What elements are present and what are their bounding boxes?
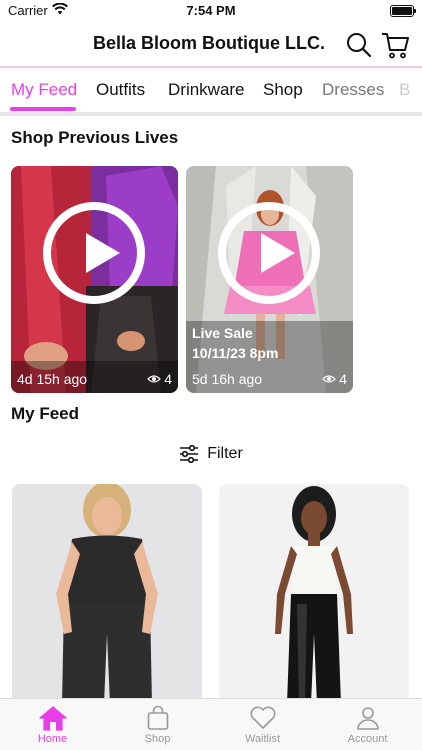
play-icon[interactable] — [218, 202, 320, 304]
view-count-value: 4 — [164, 371, 172, 387]
category-tabs: My Feed Outfits Drinkware Shop Dresses B — [0, 66, 422, 112]
status-bar: Carrier 7:54 PM — [0, 0, 422, 22]
live-caption: Live Sale 10/11/23 8pm — [192, 323, 278, 363]
search-icon[interactable] — [344, 30, 374, 60]
filter-button[interactable]: Filter — [0, 442, 422, 466]
tab-shop[interactable]: Shop — [263, 80, 303, 100]
nav-waitlist[interactable]: Waitlist — [210, 705, 315, 745]
tab-my-feed[interactable]: My Feed — [11, 80, 77, 100]
filter-label: Filter — [207, 445, 243, 462]
view-count: 4 — [147, 371, 172, 387]
nav-account-label: Account — [347, 733, 388, 745]
nav-home-label: Home — [37, 733, 68, 745]
sliders-icon — [180, 445, 199, 463]
nav-shop-label: Shop — [144, 733, 171, 745]
home-icon — [38, 706, 67, 731]
nav-home[interactable]: Home — [0, 705, 105, 745]
app-header: Bella Bloom Boutique LLC. — [0, 24, 422, 66]
live-caption-line: Live Sale — [192, 325, 253, 341]
tab-dresses[interactable]: Dresses — [322, 80, 384, 100]
status-time: 7:54 PM — [186, 3, 236, 18]
view-count-value: 4 — [339, 371, 347, 387]
live-caption-date: 10/11/23 8pm — [192, 345, 279, 361]
person-icon — [356, 707, 379, 730]
product-card[interactable] — [12, 484, 202, 704]
product-image — [12, 484, 202, 704]
nav-account[interactable]: Account — [315, 705, 420, 745]
feed-title: My Feed — [11, 404, 80, 423]
view-count: 4 — [322, 371, 347, 387]
nav-shop[interactable]: Shop — [105, 705, 210, 745]
previous-lives-title: Shop Previous Lives — [11, 128, 179, 147]
cart-icon[interactable] — [380, 30, 410, 60]
tab-drinkware[interactable]: Drinkware — [168, 80, 245, 100]
active-tab-indicator — [10, 107, 76, 111]
nav-waitlist-label: Waitlist — [244, 733, 281, 745]
tab-partial[interactable]: B — [399, 80, 410, 100]
product-card[interactable] — [219, 484, 409, 704]
eye-icon — [322, 375, 337, 383]
play-icon[interactable] — [43, 202, 145, 304]
eye-icon — [147, 375, 162, 383]
bottom-nav: Home Shop Waitlist Account — [0, 698, 422, 750]
battery-icon — [390, 5, 416, 17]
heart-icon — [250, 706, 275, 729]
tab-outfits[interactable]: Outfits — [96, 80, 145, 100]
product-image — [219, 484, 409, 704]
tab-divider — [0, 112, 422, 116]
live-video-card[interactable]: 4d 15h ago 4 — [11, 166, 178, 393]
shopping-bag-icon — [147, 705, 168, 730]
live-video-card[interactable]: Live Sale 10/11/23 8pm 5d 16h ago 4 — [186, 166, 353, 393]
store-title: Bella Bloom Boutique LLC. — [93, 33, 325, 53]
